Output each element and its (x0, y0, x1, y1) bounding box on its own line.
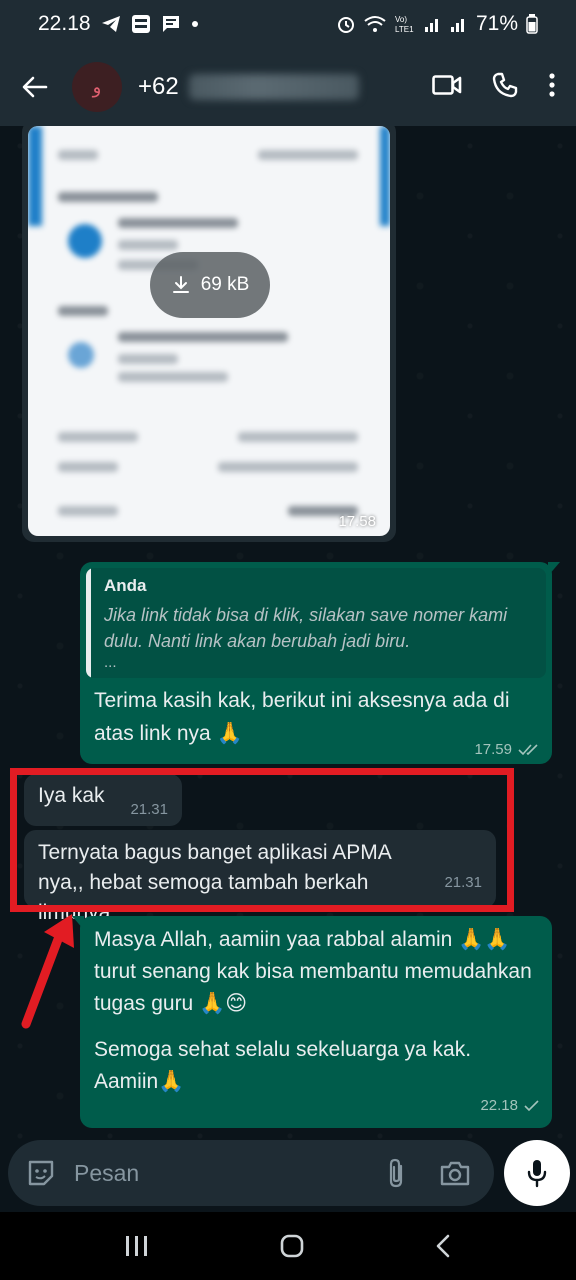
voice-message-button[interactable] (504, 1140, 570, 1206)
kebab-menu-icon (549, 72, 555, 97)
video-call-button[interactable] (432, 74, 462, 101)
single-check-icon (524, 1100, 539, 1112)
microphone-icon (527, 1160, 547, 1188)
quote-text: Jika link tidak bisa di klik, silakan sa… (104, 605, 508, 651)
blurred-phone-number (188, 74, 359, 100)
voice-call-button[interactable] (492, 72, 518, 103)
dot-icon (191, 20, 199, 28)
message-time: 17.58 (338, 513, 376, 530)
image-thumbnail[interactable]: 69 kB 17.58 (28, 126, 390, 536)
volte-icon: Vo) LTE1 (394, 14, 416, 34)
download-icon (172, 276, 189, 293)
avatar[interactable]: و (72, 62, 122, 112)
back-button[interactable] (14, 66, 56, 108)
status-bar: 22.18 Vo) LTE1 71% (0, 0, 576, 48)
video-camera-icon (432, 74, 462, 95)
outgoing-message[interactable]: Masya Allah, aamiin yaa rabbal alamin 🙏🙏… (72, 916, 552, 1128)
wifi-icon (364, 15, 386, 33)
brimo-icon (131, 14, 151, 34)
message-text: Terima kasih kak, berikut ini aksesnya a… (94, 689, 510, 745)
telegram-icon (101, 15, 121, 33)
phone-icon (492, 72, 518, 97)
image-message[interactable]: 69 kB 17.58 (22, 126, 396, 542)
message-paragraph: Masya Allah, aamiin yaa rabbal alamin 🙏🙏… (94, 928, 538, 1015)
more-options-button[interactable] (548, 72, 556, 102)
svg-text:Vo): Vo) (395, 15, 407, 24)
message-paragraph: Semoga sehat selalu sekeluarga ya kak. A… (94, 1038, 476, 1093)
status-time: 22.18 (38, 12, 91, 35)
message-input-placeholder[interactable]: Pesan (74, 1160, 386, 1187)
message-time: 17.59 (474, 741, 512, 758)
attach-paperclip-icon[interactable] (386, 1157, 406, 1189)
highlight-annotation-box (10, 768, 514, 912)
message-input[interactable]: Pesan (8, 1140, 494, 1206)
signal-icon (424, 15, 442, 33)
sticker-icon[interactable] (26, 1158, 56, 1188)
recent-apps-button[interactable] (124, 1234, 150, 1258)
double-check-icon (518, 743, 538, 755)
download-button[interactable]: 69 kB (150, 252, 270, 318)
chat-area[interactable]: 69 kB 17.58 Anda Jika link tidak bisa di… (0, 126, 576, 1140)
message-icon (161, 14, 181, 34)
system-nav-bar (0, 1212, 576, 1280)
quote-ellipsis: ... (104, 654, 117, 671)
signal-icon (450, 15, 468, 33)
quoted-message[interactable]: Anda Jika link tidak bisa di klik, silak… (86, 568, 546, 678)
arrow-left-icon (22, 76, 48, 98)
quote-author: Anda (104, 576, 147, 595)
file-size-label: 69 kB (200, 274, 250, 295)
contact-name[interactable]: +62 (138, 73, 359, 101)
svg-text:LTE1: LTE1 (395, 25, 414, 34)
outgoing-message[interactable]: Anda Jika link tidak bisa di klik, silak… (80, 562, 560, 764)
contact-prefix: +62 (138, 73, 179, 100)
red-arrow-annotation (21, 914, 74, 1029)
home-button[interactable] (279, 1233, 305, 1259)
alarm-icon (336, 14, 356, 34)
battery-icon (526, 14, 538, 34)
nav-back-button[interactable] (434, 1233, 452, 1259)
message-time: 22.18 (480, 1097, 518, 1114)
avatar-letter: و (92, 76, 102, 97)
battery-percent: 71% (475, 12, 518, 35)
chat-header: و +62 (0, 48, 576, 126)
composer: Pesan (0, 1140, 576, 1212)
camera-icon[interactable] (440, 1160, 470, 1186)
